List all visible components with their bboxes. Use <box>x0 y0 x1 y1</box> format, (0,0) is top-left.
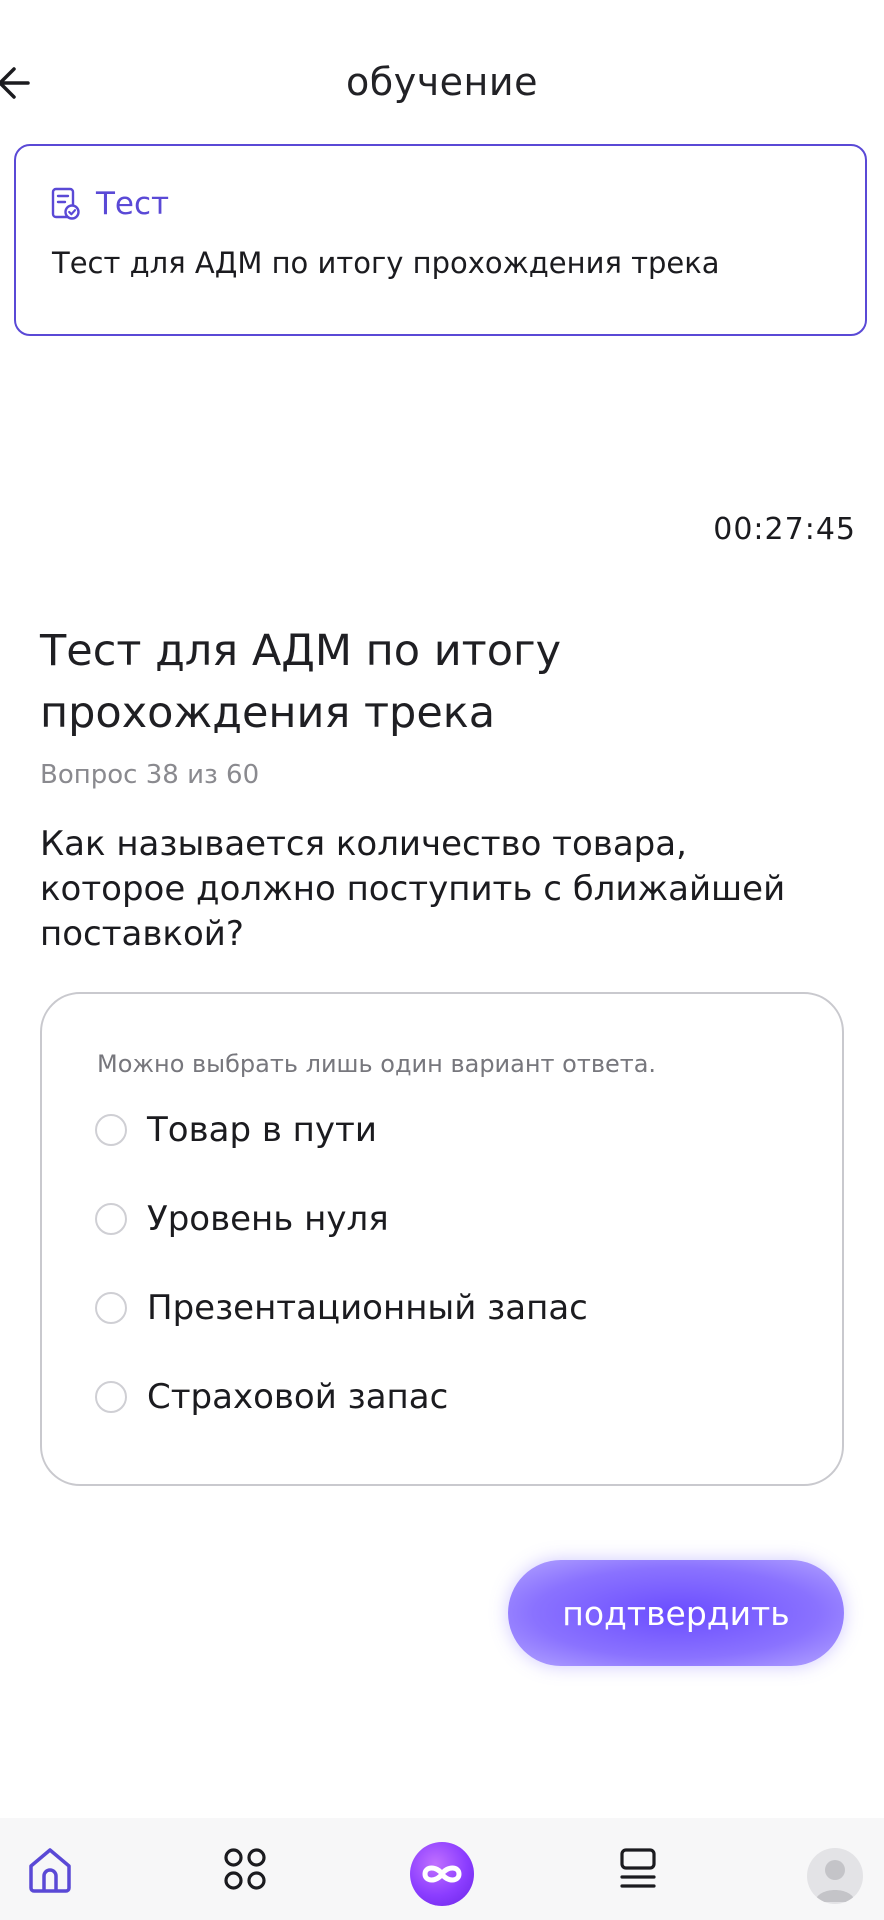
test-type-row: Тест <box>50 186 169 222</box>
answer-option[interactable]: Страховой запас <box>95 1367 448 1427</box>
radio-button[interactable] <box>95 1292 127 1324</box>
user-silhouette-icon <box>815 1860 855 1902</box>
profile-avatar <box>807 1848 863 1904</box>
home-icon <box>29 1848 71 1893</box>
answer-option[interactable]: Презентационный запас <box>95 1278 588 1338</box>
nav-profile[interactable] <box>800 1818 870 1920</box>
answer-option-label: Уровень нуля <box>147 1199 389 1239</box>
nav-catalog[interactable] <box>215 1818 275 1920</box>
test-type-label: Тест <box>96 186 170 222</box>
catalog-grid-icon <box>224 1848 266 1890</box>
radio-button[interactable] <box>95 1114 127 1146</box>
test-document-icon <box>51 187 80 220</box>
answers-card: Можно выбрать лишь один вариант ответа. … <box>40 992 844 1486</box>
answers-hint: Можно выбрать лишь один вариант ответа. <box>97 1050 657 1078</box>
nav-home[interactable] <box>20 1818 80 1920</box>
test-card-name: Тест для АДМ по итогу прохождения трека <box>52 246 720 280</box>
answer-option-label: Товар в пути <box>147 1110 377 1150</box>
infinity-icon <box>422 1865 462 1883</box>
answer-option[interactable]: Уровень нуля <box>95 1189 389 1249</box>
page-title: обучение <box>346 60 538 104</box>
nav-center[interactable] <box>406 1818 478 1920</box>
radio-button[interactable] <box>95 1381 127 1413</box>
answer-option[interactable]: Товар в пути <box>95 1100 377 1160</box>
learning-screen: обучение Тест Тест для АДМ по итогу прох… <box>0 0 884 1920</box>
test-timer: 00:27:45 <box>713 512 856 547</box>
library-icon <box>620 1848 656 1888</box>
quiz-title: Тест для АДМ по итогу прохождения трека <box>40 626 562 738</box>
answer-option-label: Презентационный запас <box>147 1288 588 1328</box>
answer-option-label: Страховой запас <box>147 1377 449 1417</box>
nav-library[interactable] <box>608 1818 668 1920</box>
test-info-card[interactable]: Тест Тест для АДМ по итогу прохождения т… <box>14 144 867 336</box>
header: обучение <box>0 40 884 130</box>
confirm-button[interactable]: подтвердить <box>508 1560 844 1666</box>
radio-button[interactable] <box>95 1203 127 1235</box>
question-text: Как называется количество товара, которо… <box>40 824 786 954</box>
center-badge <box>410 1842 474 1906</box>
bottom-nav <box>0 1818 884 1920</box>
question-counter: Вопрос 38 из 60 <box>40 760 260 790</box>
